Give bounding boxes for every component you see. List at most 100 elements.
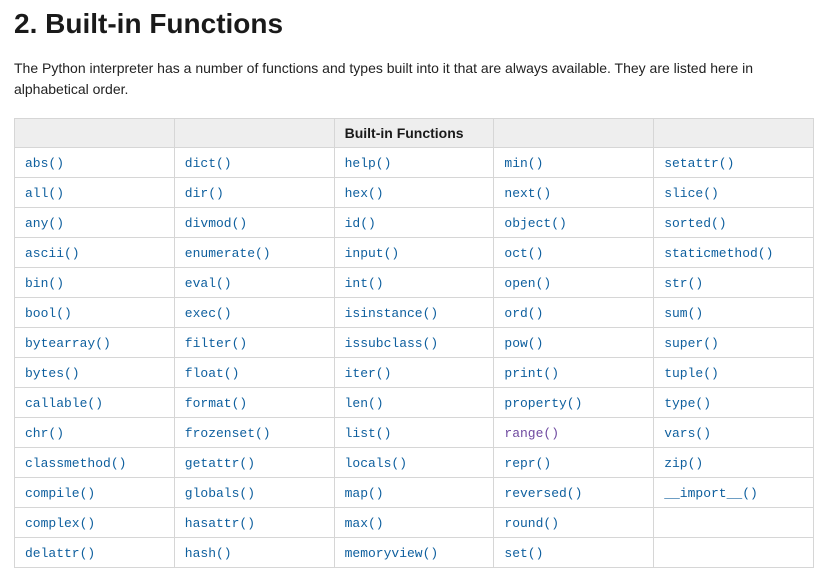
function-link[interactable]: bytes() bbox=[25, 366, 80, 381]
function-link[interactable]: hash() bbox=[185, 546, 232, 561]
function-link[interactable]: set() bbox=[504, 546, 543, 561]
function-link[interactable]: vars() bbox=[664, 426, 711, 441]
table-row: bytes() float() iter() print() tuple() bbox=[15, 358, 814, 388]
function-link[interactable]: open() bbox=[504, 276, 551, 291]
function-link[interactable]: id() bbox=[345, 216, 376, 231]
function-link[interactable]: eval() bbox=[185, 276, 232, 291]
function-link[interactable]: range() bbox=[504, 426, 559, 441]
function-link[interactable]: repr() bbox=[504, 456, 551, 471]
intro-paragraph: The Python interpreter has a number of f… bbox=[14, 58, 814, 100]
table-cell: hasattr() bbox=[174, 508, 334, 538]
function-link[interactable]: int() bbox=[345, 276, 384, 291]
function-link[interactable]: locals() bbox=[345, 456, 407, 471]
table-cell: help() bbox=[334, 148, 494, 178]
function-link[interactable]: dict() bbox=[185, 156, 232, 171]
table-cell: ord() bbox=[494, 298, 654, 328]
function-link[interactable]: bin() bbox=[25, 276, 64, 291]
function-link[interactable]: frozenset() bbox=[185, 426, 271, 441]
function-link[interactable]: slice() bbox=[664, 186, 719, 201]
function-link[interactable]: hex() bbox=[345, 186, 384, 201]
table-row: delattr() hash() memoryview() set() bbox=[15, 538, 814, 568]
function-link[interactable]: sum() bbox=[664, 306, 703, 321]
table-cell: frozenset() bbox=[174, 418, 334, 448]
table-cell: object() bbox=[494, 208, 654, 238]
function-link[interactable]: staticmethod() bbox=[664, 246, 773, 261]
table-cell: slice() bbox=[654, 178, 814, 208]
function-link[interactable]: memoryview() bbox=[345, 546, 439, 561]
function-link[interactable]: hasattr() bbox=[185, 516, 255, 531]
table-cell: sum() bbox=[654, 298, 814, 328]
function-link[interactable]: globals() bbox=[185, 486, 255, 501]
function-link[interactable]: type() bbox=[664, 396, 711, 411]
table-cell: zip() bbox=[654, 448, 814, 478]
function-link[interactable]: any() bbox=[25, 216, 64, 231]
function-link[interactable]: all() bbox=[25, 186, 64, 201]
function-link[interactable]: enumerate() bbox=[185, 246, 271, 261]
table-header-empty bbox=[654, 119, 814, 148]
function-link[interactable]: dir() bbox=[185, 186, 224, 201]
function-link[interactable]: issubclass() bbox=[345, 336, 439, 351]
function-link[interactable]: round() bbox=[504, 516, 559, 531]
table-cell: dict() bbox=[174, 148, 334, 178]
function-link[interactable]: min() bbox=[504, 156, 543, 171]
table-cell: pow() bbox=[494, 328, 654, 358]
function-link[interactable]: list() bbox=[345, 426, 392, 441]
function-link[interactable]: str() bbox=[664, 276, 703, 291]
function-link[interactable]: complex() bbox=[25, 516, 95, 531]
function-link[interactable]: next() bbox=[504, 186, 551, 201]
table-cell: tuple() bbox=[654, 358, 814, 388]
function-link[interactable]: compile() bbox=[25, 486, 95, 501]
function-link[interactable]: isinstance() bbox=[345, 306, 439, 321]
table-row: ascii() enumerate() input() oct() staticmeth… bbox=[15, 238, 814, 268]
table-row: classmethod() getattr() locals() repr() zip(… bbox=[15, 448, 814, 478]
function-link[interactable]: oct() bbox=[504, 246, 543, 261]
function-link[interactable]: __import__() bbox=[664, 486, 758, 501]
table-row: bin() eval() int() open() str() bbox=[15, 268, 814, 298]
function-link[interactable]: iter() bbox=[345, 366, 392, 381]
table-cell: memoryview() bbox=[334, 538, 494, 568]
table-cell bbox=[654, 508, 814, 538]
function-link[interactable]: classmethod() bbox=[25, 456, 126, 471]
table-cell: issubclass() bbox=[334, 328, 494, 358]
function-link[interactable]: delattr() bbox=[25, 546, 95, 561]
function-link[interactable]: filter() bbox=[185, 336, 247, 351]
table-row: compile() globals() map() reversed() __impor… bbox=[15, 478, 814, 508]
table-row: abs() dict() help() min() setattr() bbox=[15, 148, 814, 178]
function-link[interactable]: format() bbox=[185, 396, 247, 411]
table-cell: eval() bbox=[174, 268, 334, 298]
function-link[interactable]: reversed() bbox=[504, 486, 582, 501]
function-link[interactable]: exec() bbox=[185, 306, 232, 321]
function-link[interactable]: map() bbox=[345, 486, 384, 501]
function-link[interactable]: getattr() bbox=[185, 456, 255, 471]
function-link[interactable]: max() bbox=[345, 516, 384, 531]
function-link[interactable]: divmod() bbox=[185, 216, 247, 231]
table-cell: complex() bbox=[15, 508, 175, 538]
function-link[interactable]: help() bbox=[345, 156, 392, 171]
table-cell: enumerate() bbox=[174, 238, 334, 268]
function-link[interactable]: object() bbox=[504, 216, 566, 231]
function-link[interactable]: bool() bbox=[25, 306, 72, 321]
function-link[interactable]: setattr() bbox=[664, 156, 734, 171]
table-cell: oct() bbox=[494, 238, 654, 268]
function-link[interactable]: property() bbox=[504, 396, 582, 411]
function-link[interactable]: bytearray() bbox=[25, 336, 111, 351]
function-link[interactable]: ascii() bbox=[25, 246, 80, 261]
function-link[interactable]: abs() bbox=[25, 156, 64, 171]
function-link[interactable]: input() bbox=[345, 246, 400, 261]
table-cell: super() bbox=[654, 328, 814, 358]
function-link[interactable]: chr() bbox=[25, 426, 64, 441]
function-link[interactable]: len() bbox=[345, 396, 384, 411]
function-link[interactable]: float() bbox=[185, 366, 240, 381]
table-cell bbox=[654, 538, 814, 568]
function-link[interactable]: super() bbox=[664, 336, 719, 351]
function-link[interactable]: tuple() bbox=[664, 366, 719, 381]
function-link[interactable]: sorted() bbox=[664, 216, 726, 231]
function-link[interactable]: zip() bbox=[664, 456, 703, 471]
function-link[interactable]: ord() bbox=[504, 306, 543, 321]
function-link[interactable]: callable() bbox=[25, 396, 103, 411]
function-link[interactable]: print() bbox=[504, 366, 559, 381]
table-cell: all() bbox=[15, 178, 175, 208]
table-cell: locals() bbox=[334, 448, 494, 478]
function-link[interactable]: pow() bbox=[504, 336, 543, 351]
table-cell: int() bbox=[334, 268, 494, 298]
